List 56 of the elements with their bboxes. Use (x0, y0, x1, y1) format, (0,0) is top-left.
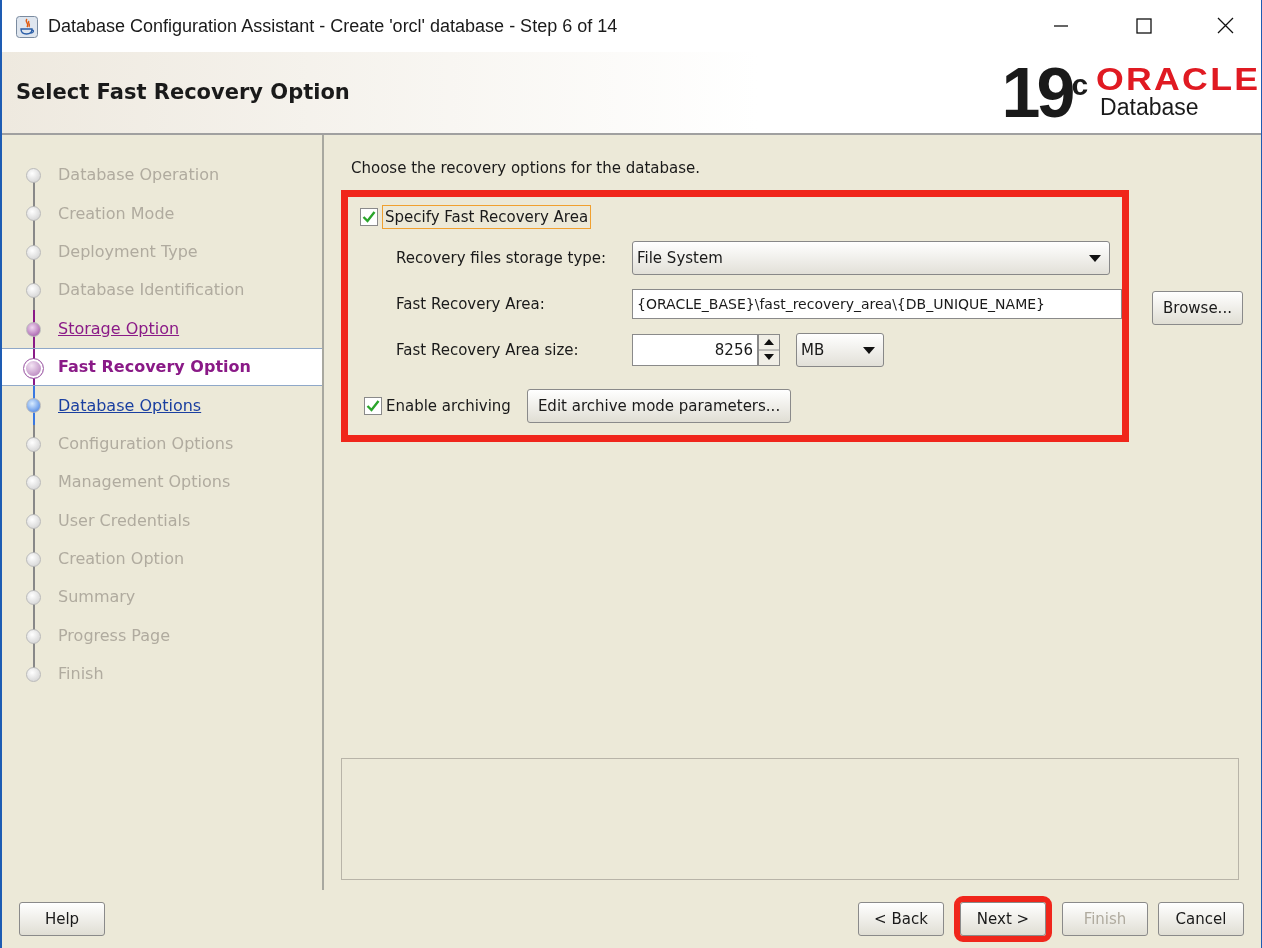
wizard-step: Deployment Type (58, 239, 198, 264)
wizard-step[interactable]: Storage Option (58, 316, 180, 341)
checkbox-label: Enable archiving (386, 395, 511, 417)
dropdown-arrow-icon (863, 346, 875, 354)
logo-product: Database (1100, 95, 1200, 121)
size-field[interactable]: 8256 (632, 334, 758, 366)
wizard-step: Creation Option (58, 547, 185, 572)
page-title: Select Fast Recovery Option (16, 78, 350, 106)
browse-button[interactable]: Browse... (1152, 291, 1243, 325)
dialog-button[interactable]: < Back (858, 902, 944, 936)
window-title: Database Configuration Assistant - Create 'orcl' database - Step 6 of 14 (48, 14, 619, 38)
step-node-icon (26, 513, 41, 529)
wizard-step: Summary (58, 585, 136, 610)
checkbox[interactable] (364, 397, 382, 415)
storage-type-dropdown[interactable]: File System (632, 241, 1110, 275)
step-node-icon (26, 168, 41, 183)
logo-version-suffix: c (1071, 66, 1089, 101)
step-node-icon (26, 283, 41, 299)
logo-brand: ORACLE (1096, 64, 1261, 96)
wizard-step: Progress Page (58, 623, 171, 648)
step-node-icon (26, 244, 41, 260)
dialog-button[interactable]: Cancel (1158, 902, 1244, 936)
instruction-text: Choose the recovery options for the database. (351, 158, 702, 179)
field-label: Fast Recovery Area size: (396, 339, 580, 361)
step-node-icon (26, 590, 41, 606)
step-node-icon (23, 357, 44, 379)
step-node-icon (26, 436, 41, 452)
recovery-area-field[interactable]: {ORACLE_BASE}\fast_recovery_area\{DB_UNIQUE_NAME} (632, 289, 1122, 319)
wizard-step: Management Options (58, 470, 231, 495)
wizard-step: Finish (58, 662, 104, 687)
step-node-icon (26, 398, 41, 414)
step-node-icon (26, 628, 41, 644)
step-node-icon (26, 551, 41, 567)
step-node-icon (26, 321, 41, 337)
spinner-arrows-icon[interactable] (758, 334, 780, 366)
close-icon[interactable] (1215, 17, 1235, 35)
wizard-step: Creation Mode (58, 201, 175, 226)
edit-archive-parameters-button[interactable]: Edit archive mode parameters... (526, 389, 792, 423)
step-node-icon (26, 667, 41, 683)
wizard-step[interactable]: Database Options (58, 393, 202, 418)
wizard-step: User Credentials (58, 508, 191, 533)
logo-version: 19 (1001, 57, 1072, 128)
field-label: Recovery files storage type: (396, 247, 608, 269)
checkbox[interactable] (360, 207, 378, 226)
step-node-icon (26, 206, 41, 222)
dropdown-arrow-icon (1089, 254, 1101, 262)
maximize-icon[interactable] (1133, 17, 1153, 35)
unit-dropdown[interactable]: MB (796, 333, 884, 367)
dialog-button: Finish (1062, 902, 1148, 936)
wizard-step: Database Identification (58, 278, 245, 303)
step-node-icon (26, 475, 41, 491)
checkbox-label: Specify Fast Recovery Area (382, 204, 592, 229)
wizard-step: Configuration Options (58, 431, 234, 456)
field-label: Fast Recovery Area: (396, 293, 546, 315)
wizard-step: Database Operation (58, 163, 220, 188)
dialog-button[interactable]: Help (19, 902, 105, 936)
